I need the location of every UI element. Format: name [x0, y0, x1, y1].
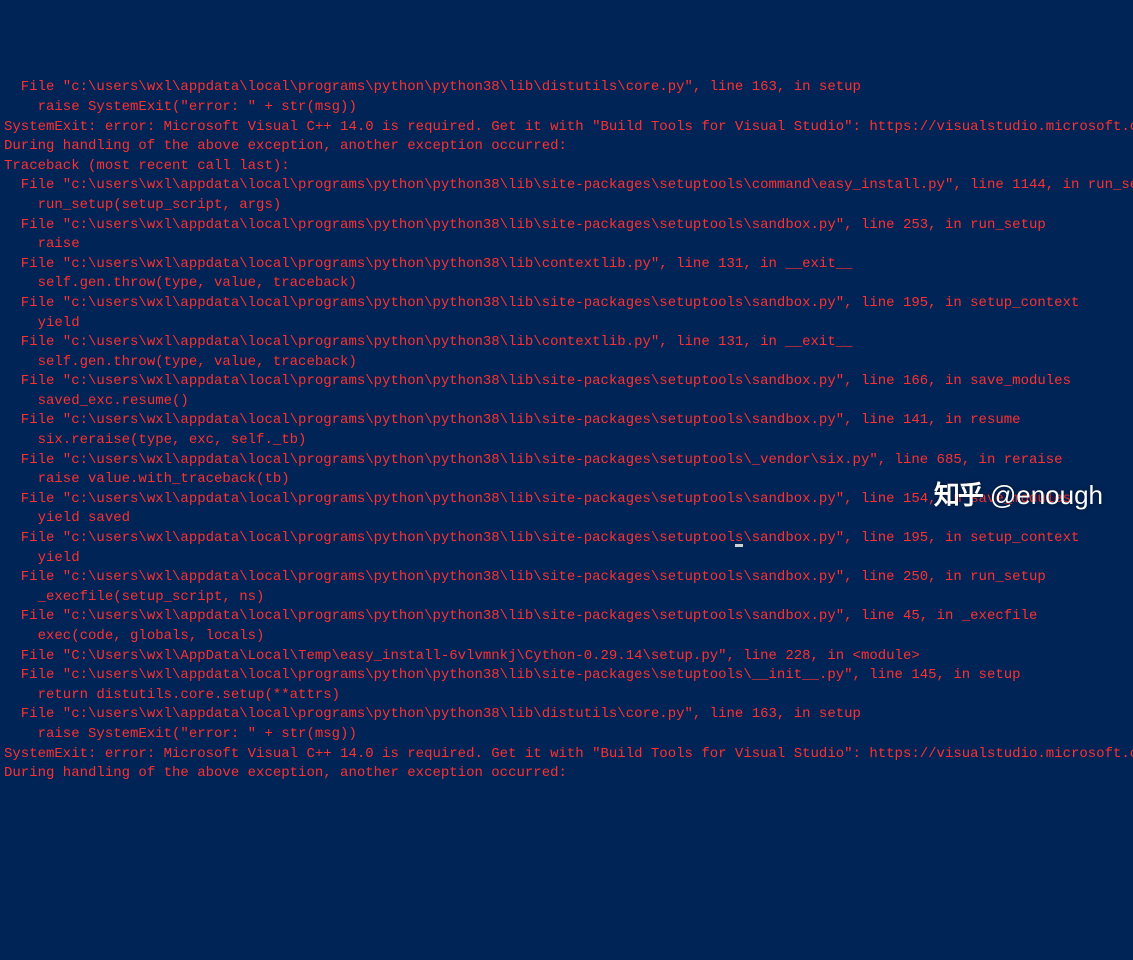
- traceback-line: File "c:\users\wxl\appdata\local\program…: [4, 451, 1129, 471]
- traceback-line: File "C:\Users\wxl\AppData\Local\Temp\ea…: [4, 647, 1129, 667]
- traceback-line: File "c:\users\wxl\appdata\local\program…: [4, 568, 1129, 588]
- traceback-line: raise: [4, 235, 1129, 255]
- traceback-line: File "c:\users\wxl\appdata\local\program…: [4, 333, 1129, 353]
- traceback-line: _execfile(setup_script, ns): [4, 588, 1129, 608]
- traceback-line: saved_exc.resume(): [4, 392, 1129, 412]
- zhihu-logo: 知乎: [934, 477, 982, 513]
- traceback-line: File "c:\users\wxl\appdata\local\program…: [4, 78, 1129, 98]
- traceback-line: yield: [4, 314, 1129, 334]
- traceback-line: File "c:\users\wxl\appdata\local\program…: [4, 411, 1129, 431]
- traceback-line: During handling of the above exception, …: [4, 137, 1129, 157]
- traceback-line: During handling of the above exception, …: [4, 764, 1129, 784]
- traceback-line: File "c:\users\wxl\appdata\local\program…: [4, 294, 1129, 314]
- watermark-handle: @enough: [990, 477, 1103, 513]
- traceback-line: Traceback (most recent call last):: [4, 157, 1129, 177]
- traceback-line: raise SystemExit("error: " + str(msg)): [4, 98, 1129, 118]
- terminal-output: File "c:\users\wxl\appdata\local\program…: [4, 78, 1129, 783]
- traceback-line: File "c:\users\wxl\appdata\local\program…: [4, 176, 1129, 196]
- traceback-line: six.reraise(type, exc, self._tb): [4, 431, 1129, 451]
- traceback-line: File "c:\users\wxl\appdata\local\program…: [4, 372, 1129, 392]
- traceback-line: File "c:\users\wxl\appdata\local\program…: [4, 607, 1129, 627]
- traceback-line: yield: [4, 549, 1129, 569]
- traceback-line: exec(code, globals, locals): [4, 627, 1129, 647]
- terminal-cursor: [735, 544, 743, 547]
- traceback-line: File "c:\users\wxl\appdata\local\program…: [4, 705, 1129, 725]
- traceback-line: self.gen.throw(type, value, traceback): [4, 274, 1129, 294]
- traceback-line: run_setup(setup_script, args): [4, 196, 1129, 216]
- traceback-line: SystemExit: error: Microsoft Visual C++ …: [4, 745, 1129, 765]
- traceback-line: raise SystemExit("error: " + str(msg)): [4, 725, 1129, 745]
- traceback-line: File "c:\users\wxl\appdata\local\program…: [4, 255, 1129, 275]
- traceback-line: SystemExit: error: Microsoft Visual C++ …: [4, 118, 1129, 138]
- traceback-line: File "c:\users\wxl\appdata\local\program…: [4, 216, 1129, 236]
- watermark: 知乎 @enough: [934, 477, 1103, 513]
- traceback-line: return distutils.core.setup(**attrs): [4, 686, 1129, 706]
- traceback-line: File "c:\users\wxl\appdata\local\program…: [4, 529, 1129, 549]
- traceback-line: File "c:\users\wxl\appdata\local\program…: [4, 666, 1129, 686]
- traceback-line: self.gen.throw(type, value, traceback): [4, 353, 1129, 373]
